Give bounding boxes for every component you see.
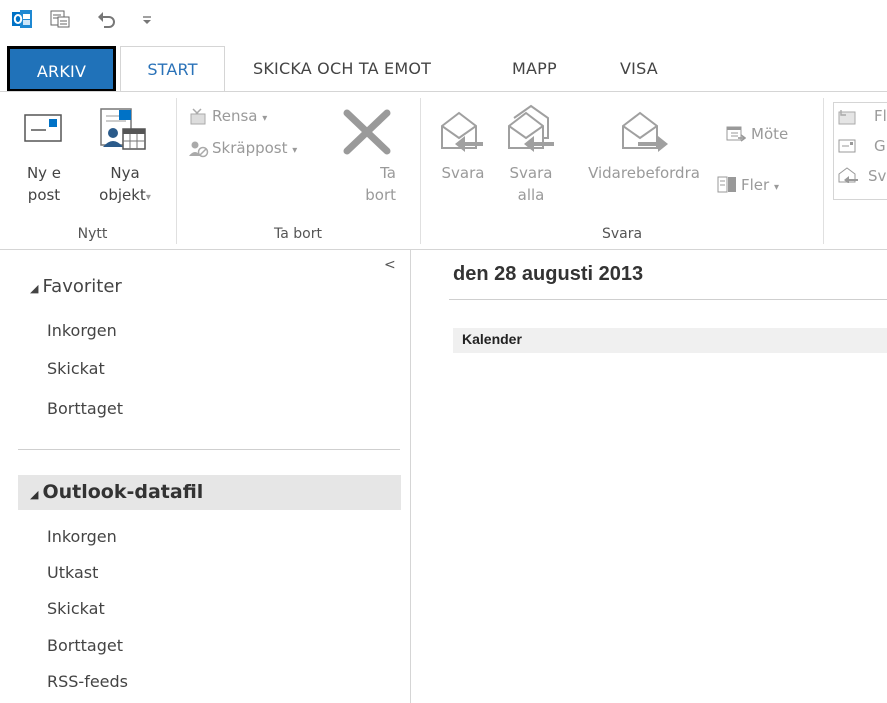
quick-access-toolbar <box>0 0 887 40</box>
reply-all-label-2: alla <box>517 186 545 204</box>
reply-button[interactable]: Svara <box>435 162 491 184</box>
reply-icon <box>441 111 483 152</box>
divider <box>18 449 400 450</box>
folder-favorites-skickat[interactable]: Skickat <box>47 359 105 378</box>
reply-delete-icon <box>838 167 858 183</box>
forward-button[interactable]: Vidarebefordra <box>574 162 714 184</box>
calendar-section-label[interactable]: Kalender <box>462 331 522 347</box>
new-items-label-2: objekt <box>99 186 146 204</box>
quick-step-1[interactable]: Fl <box>874 106 887 126</box>
junk-label: Skräppost <box>212 139 288 157</box>
collapse-triangle-icon: ◢ <box>30 488 39 501</box>
chevron-down-icon: ▾ <box>292 145 298 156</box>
delete-label-1: Ta <box>380 164 396 182</box>
folder-favorites-inkorgen[interactable]: Inkorgen <box>47 321 117 340</box>
quick-step-3[interactable]: Sv <box>868 166 886 186</box>
delete-icon <box>343 109 391 155</box>
ribbon: Ny e post Nya objekt▾ Nytt Rensa ▾ Skräp… <box>0 91 887 250</box>
new-email-button[interactable]: Ny e post <box>22 162 66 206</box>
new-email-icon <box>24 114 62 142</box>
group-label-nytt: Nytt <box>77 226 108 242</box>
clean-up-icon <box>190 108 206 125</box>
new-items-label-1: Nya <box>110 164 140 182</box>
folder-skickat[interactable]: Skickat <box>47 599 105 618</box>
group-label-ta-bort: Ta bort <box>274 226 322 242</box>
tab-start[interactable]: START <box>120 46 225 92</box>
ribbon-tabs: ARKIV START SKICKA OCH TA EMOT MAPP VISA <box>0 46 887 92</box>
reply-label: Svara <box>441 164 485 182</box>
datafile-header-label: Outlook-datafil <box>42 481 204 503</box>
more-respond-label: Fler <box>741 176 770 194</box>
tab-arkiv[interactable]: ARKIV <box>7 46 116 92</box>
favorites-header[interactable]: ◢ Favoriter <box>30 276 122 297</box>
chevron-down-icon: ▾ <box>262 113 268 124</box>
tab-visa[interactable]: VISA <box>620 46 658 92</box>
delete-label-2: bort <box>365 186 396 204</box>
new-items-button[interactable]: Nya objekt▾ <box>94 162 156 209</box>
folder-rss-feeds[interactable]: RSS-feeds <box>47 672 128 691</box>
divider <box>449 299 887 300</box>
forward-icon <box>622 111 668 152</box>
meeting-button[interactable]: Möte <box>751 124 788 144</box>
folder-inkorgen[interactable]: Inkorgen <box>47 527 117 546</box>
move-to-icon <box>838 110 856 125</box>
meeting-icon <box>726 126 746 142</box>
junk-button[interactable]: Skräppost ▾ <box>212 138 297 161</box>
outlook-today-pane: den 28 augusti 2013 Kalender <box>411 249 887 703</box>
junk-icon <box>189 141 209 158</box>
clean-up-button[interactable]: Rensa ▾ <box>212 106 267 129</box>
customize-qat-icon[interactable] <box>140 10 154 28</box>
folder-favorites-borttaget[interactable]: Borttaget <box>47 399 123 418</box>
ribbon-separator <box>420 98 421 244</box>
more-respond-icon <box>717 176 736 193</box>
collapse-triangle-icon: ◢ <box>30 282 39 295</box>
quick-step-2[interactable]: G <box>874 136 886 156</box>
clean-up-label: Rensa <box>212 107 258 125</box>
email-icon <box>838 139 856 153</box>
folder-borttaget[interactable]: Borttaget <box>47 636 123 655</box>
group-label-svara: Svara <box>601 226 643 242</box>
ribbon-separator <box>176 98 177 244</box>
folder-pane: < ◢ Favoriter Inkorgen Skickat Borttaget … <box>0 249 411 703</box>
reply-all-icon <box>508 104 554 152</box>
new-items-icon <box>100 108 146 150</box>
ribbon-separator <box>823 98 824 244</box>
tab-mapp[interactable]: MAPP <box>512 46 557 92</box>
new-email-label-1: Ny e <box>26 164 62 182</box>
chevron-down-icon: ▾ <box>145 192 151 203</box>
datafile-header[interactable]: ◢ Outlook-datafil <box>30 481 203 503</box>
send-receive-all-icon[interactable] <box>50 10 70 28</box>
meeting-label: Möte <box>751 125 789 143</box>
date-heading: den 28 augusti 2013 <box>453 263 644 285</box>
chevron-down-icon: ▾ <box>773 182 780 193</box>
tab-skicka-och-ta-emot[interactable]: SKICKA OCH TA EMOT <box>253 46 431 92</box>
more-respond-button[interactable]: Fler ▾ <box>741 175 779 198</box>
delete-button[interactable]: Ta bort <box>352 162 396 206</box>
folder-utkast[interactable]: Utkast <box>47 563 98 582</box>
favorites-header-label: Favoriter <box>42 276 122 297</box>
undo-icon[interactable] <box>96 9 116 29</box>
collapse-pane-button[interactable]: < <box>384 257 396 273</box>
reply-all-label-1: Svara <box>509 164 553 182</box>
new-email-label-2: post <box>27 186 61 204</box>
outlook-logo-icon[interactable] <box>12 10 32 28</box>
reply-all-button[interactable]: Svara alla <box>503 162 559 206</box>
quick-steps-gallery[interactable]: Fl G Sv <box>833 102 887 200</box>
forward-label: Vidarebefordra <box>588 164 700 182</box>
